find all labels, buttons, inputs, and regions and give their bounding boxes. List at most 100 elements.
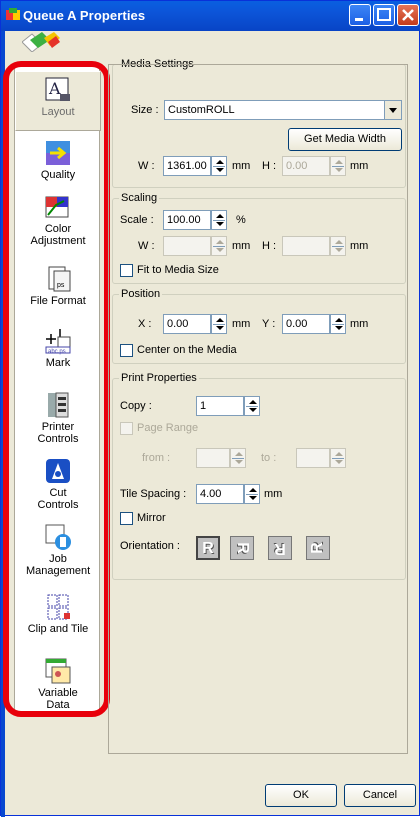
sidebar-item-file-format[interactable]: ps File Format [15, 265, 101, 317]
scale-spinner[interactable] [211, 210, 227, 230]
tile-spacing-unit: mm [264, 488, 283, 500]
sidebar-item-label: Color Adjustment [30, 223, 86, 247]
scale-unit: % [236, 214, 246, 226]
sidebar-item-cut-controls[interactable]: Cut Controls [15, 457, 101, 519]
layout-icon: A [45, 77, 70, 101]
orientation-reverse-portrait-button[interactable]: R [268, 536, 292, 560]
mark-icon: abc.ps [45, 329, 71, 355]
orientation-reverse-landscape-button[interactable]: R [306, 536, 330, 560]
sidebar-item-label: Quality [40, 169, 76, 181]
orientation-glyph: R [309, 542, 326, 554]
sidebar-item-layout[interactable]: A Layout [15, 71, 101, 131]
center-on-media-checkbox[interactable] [120, 344, 133, 357]
mirror-checkbox[interactable] [120, 512, 133, 525]
page-range-label: Page Range [137, 422, 199, 434]
variable-data-icon [45, 658, 71, 684]
media-width-input[interactable]: 1361.00 [163, 156, 211, 176]
page-from-spinner[interactable] [230, 448, 246, 468]
position-x-label: X : [138, 318, 152, 330]
sidebar-item-mark[interactable]: abc.ps Mark [15, 327, 101, 379]
orientation-landscape-button[interactable]: R [230, 536, 254, 560]
orientation-portrait-button[interactable]: R [196, 536, 220, 560]
group-title: Position [119, 288, 163, 300]
size-dropdown[interactable]: CustomROLL [164, 100, 402, 120]
category-sidebar: A Layout Quality Color Adjustment ps Fil… [14, 64, 101, 712]
sidebar-item-clip-and-tile[interactable]: Clip and Tile [15, 593, 101, 647]
sidebar-item-label: Clip and Tile [27, 623, 89, 635]
svg-text:A: A [48, 79, 61, 98]
media-height-label: H : [262, 160, 277, 172]
page-to-spinner[interactable] [330, 448, 346, 468]
orientation-label: Orientation : [120, 540, 180, 552]
close-icon [402, 9, 414, 21]
scale-label: Scale : [120, 214, 154, 226]
fit-to-media-label: Fit to Media Size [137, 264, 219, 276]
quality-icon [46, 141, 70, 165]
page-from-input[interactable] [196, 448, 230, 468]
media-width-unit: mm [232, 160, 251, 172]
scale-input[interactable]: 100.00 [163, 210, 211, 230]
scaling-height-spinner[interactable] [330, 236, 346, 256]
maximize-button[interactable] [373, 4, 395, 26]
size-label: Size : [131, 104, 159, 116]
media-width-label: W : [138, 160, 155, 172]
position-y-input[interactable]: 0.00 [282, 314, 330, 334]
orientation-glyph: R [202, 540, 214, 557]
sidebar-item-label: Variable Data [38, 687, 78, 711]
copy-spinner[interactable] [244, 396, 260, 416]
position-x-spinner[interactable] [211, 314, 227, 334]
app-icon [6, 8, 20, 20]
svg-text:ps: ps [57, 282, 65, 289]
tile-spacing-label: Tile Spacing : [120, 488, 187, 500]
close-button[interactable] [397, 4, 419, 26]
position-y-label: Y : [262, 318, 276, 330]
sidebar-item-quality[interactable]: Quality [15, 139, 101, 191]
get-media-width-button[interactable]: Get Media Width [288, 128, 402, 151]
sidebar-item-job-management[interactable]: Job Management [15, 523, 101, 585]
position-x-input[interactable]: 0.00 [163, 314, 211, 334]
cancel-button[interactable]: Cancel [344, 784, 416, 807]
window-border [1, 31, 5, 817]
scaling-height-unit: mm [350, 240, 369, 252]
clip-and-tile-icon [47, 594, 70, 620]
media-height-spinner[interactable] [330, 156, 346, 176]
media-width-spinner[interactable] [211, 156, 227, 176]
scaling-height-input[interactable] [282, 236, 330, 256]
media-height-input[interactable]: 0.00 [282, 156, 330, 176]
title-bar[interactable]: Queue A Properties [1, 1, 420, 31]
scaling-height-label: H : [262, 240, 277, 252]
page-to-input[interactable] [296, 448, 330, 468]
ok-button[interactable]: OK [265, 784, 337, 807]
printer-controls-icon [48, 392, 69, 418]
cut-controls-icon [46, 459, 70, 483]
tile-spacing-spinner[interactable] [244, 484, 260, 504]
group-title: Scaling [119, 192, 160, 204]
copy-input[interactable]: 1 [196, 396, 244, 416]
sidebar-item-label: Layout [41, 106, 75, 118]
scaling-width-input[interactable] [163, 236, 211, 256]
position-y-spinner[interactable] [330, 314, 346, 334]
group-title: Media Settings [119, 58, 196, 70]
orientation-glyph: R [274, 540, 286, 557]
job-management-icon [45, 524, 71, 550]
sidebar-item-label: Job Management [26, 553, 91, 577]
sidebar-item-color-adjustment[interactable]: Color Adjustment [15, 193, 101, 261]
orientation-glyph: R [234, 542, 251, 554]
chevron-down-icon[interactable] [384, 101, 401, 119]
sidebar-item-printer-controls[interactable]: Printer Controls [15, 391, 101, 451]
minimize-icon [355, 18, 363, 21]
fit-to-media-checkbox[interactable] [120, 264, 133, 277]
sidebar-item-label: Mark [45, 357, 71, 369]
to-label: to : [261, 452, 277, 464]
tile-spacing-input[interactable]: 4.00 [196, 484, 244, 504]
scaling-width-spinner[interactable] [211, 236, 227, 256]
file-format-icon: ps [48, 266, 71, 292]
size-dropdown-value: CustomROLL [168, 104, 235, 116]
center-on-media-label: Center on the Media [137, 344, 237, 356]
scaling-width-unit: mm [232, 240, 251, 252]
page-range-checkbox[interactable] [120, 422, 133, 435]
position-x-unit: mm [232, 318, 251, 330]
sidebar-item-variable-data[interactable]: Variable Data [15, 657, 101, 711]
window-title: Queue A Properties [23, 8, 146, 23]
minimize-button[interactable] [349, 4, 371, 26]
